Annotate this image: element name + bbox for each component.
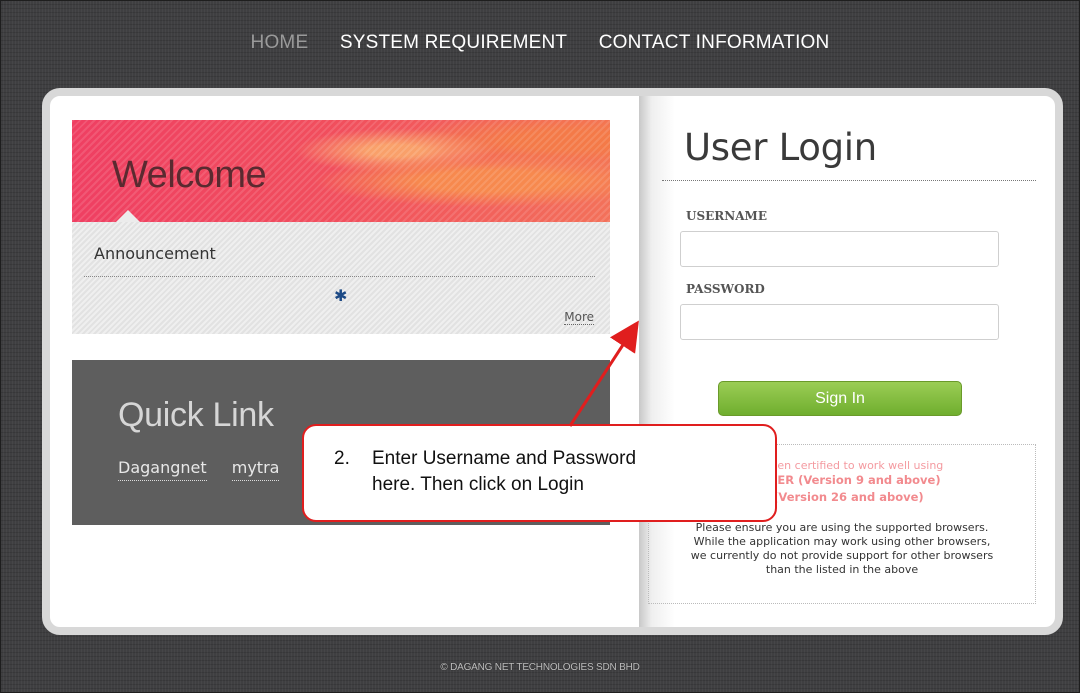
username-label: USERNAME bbox=[686, 209, 767, 223]
instruction-callout: 2. Enter Username and Password here. The… bbox=[302, 424, 777, 522]
announcement-title: Announcement bbox=[94, 244, 216, 263]
callout-line-1: Enter Username and Password bbox=[372, 448, 637, 469]
callout-line-2: here. Then click on Login bbox=[372, 474, 584, 495]
notice-body: Please ensure you are using the supporte… bbox=[657, 521, 1027, 577]
notice-body-line: than the listed in the above bbox=[765, 563, 919, 576]
username-input[interactable] bbox=[680, 231, 999, 267]
callout-number: 2. bbox=[334, 448, 350, 469]
top-navigation: HOME SYSTEM REQUIREMENT CONTACT INFORMAT… bbox=[0, 32, 1080, 54]
quick-link-mytra[interactable]: mytra bbox=[231, 458, 280, 481]
login-divider bbox=[662, 180, 1036, 181]
nav-system-requirement-link[interactable]: SYSTEM REQUIREMENT bbox=[340, 32, 567, 53]
nav-contact-information-link[interactable]: CONTACT INFORMATION bbox=[599, 32, 830, 53]
sign-in-button[interactable]: Sign In bbox=[718, 381, 962, 416]
footer-copyright: © DAGANG NET TECHNOLOGIES SDN BHD bbox=[440, 662, 640, 673]
quick-link-dagangnet[interactable]: Dagangnet bbox=[118, 458, 207, 481]
announcement-divider bbox=[84, 276, 595, 277]
notice-body-line: Please ensure you are using the supporte… bbox=[695, 521, 989, 534]
more-link[interactable]: More bbox=[564, 310, 594, 325]
welcome-title: Welcome bbox=[112, 154, 267, 196]
main-card: Welcome Announcement ✱ More Quick Link D… bbox=[42, 88, 1063, 635]
welcome-notch bbox=[116, 210, 140, 222]
quick-link-list: Dagangnet mytra bbox=[118, 458, 299, 481]
notice-body-line: While the application may work using oth… bbox=[693, 535, 991, 548]
nav-home-link[interactable]: HOME bbox=[251, 32, 309, 53]
spinner-icon: ✱ bbox=[334, 286, 348, 305]
quick-link-title: Quick Link bbox=[118, 396, 274, 434]
welcome-panel: Welcome Announcement ✱ More bbox=[72, 120, 610, 334]
password-input[interactable] bbox=[680, 304, 999, 340]
notice-body-line: we currently do not provide support for … bbox=[690, 549, 994, 562]
password-label: PASSWORD bbox=[686, 282, 765, 296]
login-title: User Login bbox=[684, 126, 877, 169]
